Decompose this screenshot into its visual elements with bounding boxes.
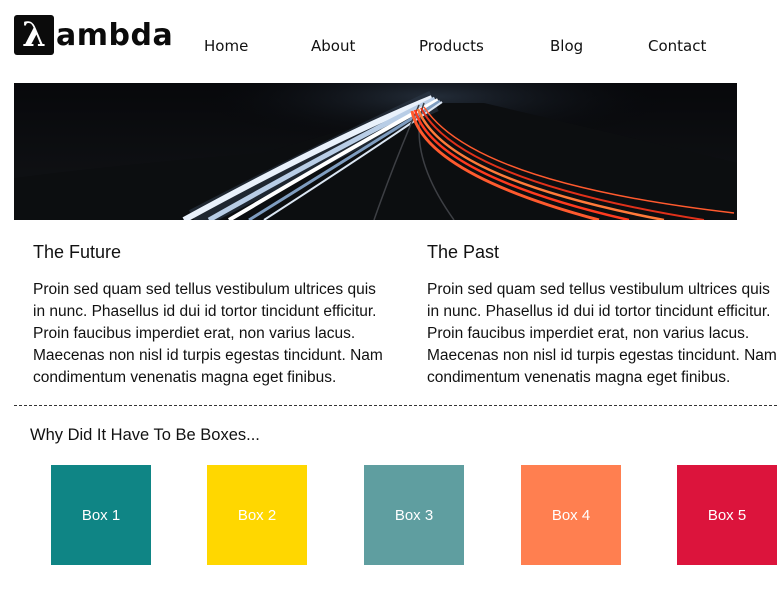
box-label: Box 3 [394, 506, 434, 524]
article-title: The Past [427, 242, 500, 262]
nav-contact-link[interactable]: Contact [648, 37, 706, 55]
article-line: Maecenas non nisl id turpis egestas tinc… [427, 347, 777, 364]
article-line: Maecenas non nisl id turpis egestas tinc… [33, 347, 383, 364]
article-line: Proin faucibus imperdiet erat, non variu… [33, 325, 356, 342]
hero-image [14, 83, 737, 220]
light-trails-image [14, 83, 737, 220]
box-label: Box 5 [707, 506, 747, 524]
nav-products-link[interactable]: Products [419, 37, 484, 55]
section-divider [14, 405, 777, 406]
article-title: The Future [33, 242, 122, 262]
box-3: Box 3 [364, 465, 464, 565]
article-line: condimentum venenatis magna eget finibus… [427, 369, 731, 386]
article-line: in nunc. Phasellus id dui id tortor tinc… [427, 303, 771, 320]
article-line: condimentum venenatis magna eget finibus… [33, 369, 337, 386]
box-2: Box 2 [207, 465, 307, 565]
article-line: in nunc. Phasellus id dui id tortor tinc… [33, 303, 377, 320]
main-nav: Home About Products Blog Contact [0, 37, 777, 57]
nav-home-link[interactable]: Home [204, 37, 248, 55]
box-4: Box 4 [521, 465, 621, 565]
nav-blog-link[interactable]: Blog [550, 37, 583, 55]
box-label: Box 1 [81, 506, 121, 524]
article-body: Proin sed quam sed tellus vestibulum ult… [427, 279, 777, 389]
boxes-section-title: Why Did It Have To Be Boxes... [30, 426, 260, 444]
box-1: Box 1 [51, 465, 151, 565]
article-future: The Future Proin sed quam sed tellus ves… [33, 242, 413, 389]
article-line: Proin faucibus imperdiet erat, non variu… [427, 325, 750, 342]
article-past: The Past Proin sed quam sed tellus vesti… [427, 242, 777, 389]
nav-about-link[interactable]: About [311, 37, 355, 55]
box-label: Box 4 [551, 506, 591, 524]
article-line: Proin sed quam sed tellus vestibulum ult… [33, 281, 376, 298]
box-5: Box 5 [677, 465, 777, 565]
article-body: Proin sed quam sed tellus vestibulum ult… [33, 279, 413, 389]
box-label: Box 2 [237, 506, 277, 524]
article-line: Proin sed quam sed tellus vestibulum ult… [427, 281, 770, 298]
